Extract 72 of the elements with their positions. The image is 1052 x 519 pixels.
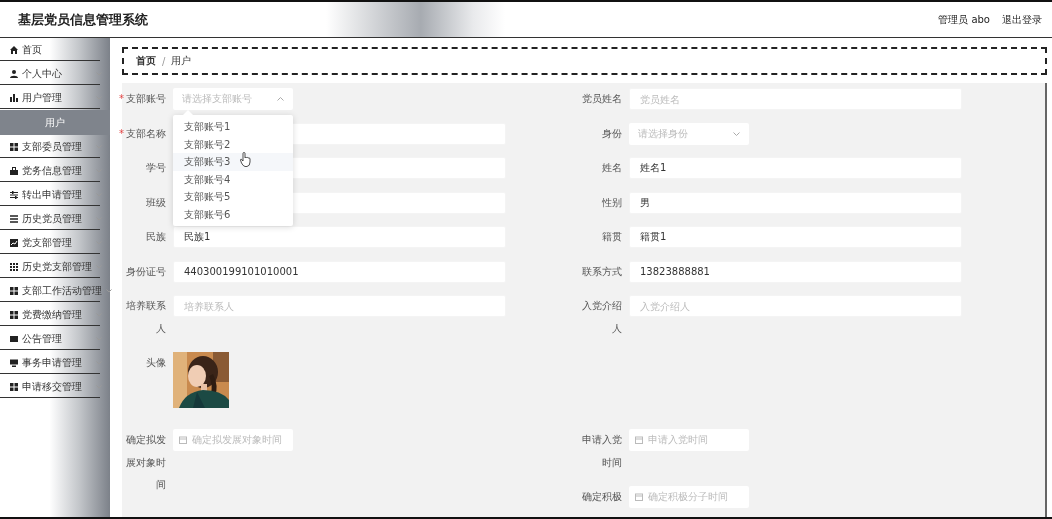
- sidebar-menu-item[interactable]: 个人中心: [0, 62, 110, 86]
- field-label: 身份: [602, 126, 622, 141]
- text-input[interactable]: 民族1: [173, 226, 506, 248]
- sidebar-menu-item[interactable]: 支部工作活动管理: [0, 279, 110, 303]
- grid-icon: [10, 382, 18, 391]
- sidebar-menu-item[interactable]: 事务申请管理: [0, 351, 110, 375]
- bar-chart-icon: [10, 93, 18, 102]
- required-mark: *: [119, 126, 124, 141]
- dropdown-option[interactable]: 支部账号2: [173, 135, 293, 153]
- calendar-icon: [635, 493, 643, 501]
- list-icon: [10, 214, 18, 223]
- caret-down-icon: [733, 131, 740, 136]
- sliders-icon: [10, 190, 18, 199]
- required-mark: *: [119, 92, 124, 106]
- text-input[interactable]: 姓名1: [629, 157, 962, 179]
- grid-icon: [10, 286, 18, 295]
- ticket-icon: [10, 334, 18, 343]
- sidebar-menu-item[interactable]: 支部委员管理: [0, 135, 110, 159]
- field-label: 培养联系人: [125, 299, 166, 336]
- dropdown-option[interactable]: 支部账号5: [173, 188, 293, 206]
- calendar-icon: [179, 436, 187, 444]
- field-label: 入党介绍人: [581, 299, 622, 336]
- text-input[interactable]: 籍贯1: [629, 226, 962, 248]
- monitor-icon: [10, 358, 18, 367]
- breadcrumb-item: 用户: [171, 54, 192, 68]
- bag-icon: [10, 166, 18, 175]
- calendar-icon: [635, 436, 643, 444]
- grid-icon: [10, 262, 18, 271]
- sidebar-menu-item[interactable]: 公告管理: [0, 327, 110, 351]
- dropdown-option[interactable]: 支部账号4: [173, 170, 293, 188]
- dropdown-option[interactable]: 支部账号6: [173, 205, 293, 223]
- field-label: 籍贯: [602, 230, 622, 244]
- logout-link[interactable]: 退出登录: [1002, 12, 1042, 27]
- field-label: 民族: [146, 230, 166, 244]
- text-input[interactable]: 男: [629, 191, 962, 214]
- sidebar-submenu-item[interactable]: 用户: [0, 110, 110, 135]
- home-icon: [10, 45, 18, 54]
- app-title: 基层党员信息管理系统: [18, 10, 148, 29]
- grid-icon: [10, 310, 18, 319]
- field-label: 姓名: [602, 161, 622, 175]
- text-input[interactable]: 440300199101010001: [173, 260, 506, 283]
- breadcrumb-separator: /: [162, 55, 166, 67]
- text-input[interactable]: 13823888881: [629, 260, 962, 283]
- sidebar-menu-item[interactable]: 党费缴纳管理: [0, 303, 110, 327]
- field-label: 性别: [602, 195, 622, 210]
- admin-user-label: 管理员 abo: [938, 12, 990, 27]
- sidebar-menu-item[interactable]: 历史党员管理: [0, 207, 110, 231]
- dropdown-option[interactable]: 支部账号1: [173, 118, 293, 136]
- chevron-down-icon: [106, 288, 112, 293]
- hand-cursor-icon: [240, 152, 251, 167]
- field-label: 申请入党时间: [581, 433, 622, 470]
- field-label: 确定积极: [582, 490, 622, 504]
- sidebar-menu-item[interactable]: 转出申请管理: [0, 183, 110, 207]
- field-label: 身份证号: [126, 264, 166, 279]
- grid-icon: [10, 142, 18, 151]
- sidebar-menu-item[interactable]: 首页: [0, 38, 110, 62]
- field-label: 党员姓名: [582, 92, 622, 106]
- caret-up-icon: [277, 97, 284, 101]
- dropdown-option[interactable]: 支部账号3: [173, 153, 293, 171]
- field-label: 联系方式: [582, 264, 622, 279]
- field-label: 确定拟发展对象时间: [125, 433, 166, 492]
- sidebar-menu-item[interactable]: 党支部管理: [0, 231, 110, 255]
- field-label: 学号: [146, 161, 166, 175]
- chart-box-icon: [10, 238, 18, 247]
- sidebar-menu-item[interactable]: 用户管理: [0, 86, 110, 110]
- sidebar-menu-item[interactable]: 历史党支部管理: [0, 255, 110, 279]
- field-label: 班级: [146, 195, 166, 210]
- sidebar-menu-item[interactable]: 党务信息管理: [0, 159, 110, 183]
- field-label: 头像: [146, 356, 166, 370]
- user-icon: [10, 69, 18, 78]
- breadcrumb-item[interactable]: 首页: [136, 54, 156, 68]
- sidebar-menu-item[interactable]: 申请移交管理: [0, 375, 110, 399]
